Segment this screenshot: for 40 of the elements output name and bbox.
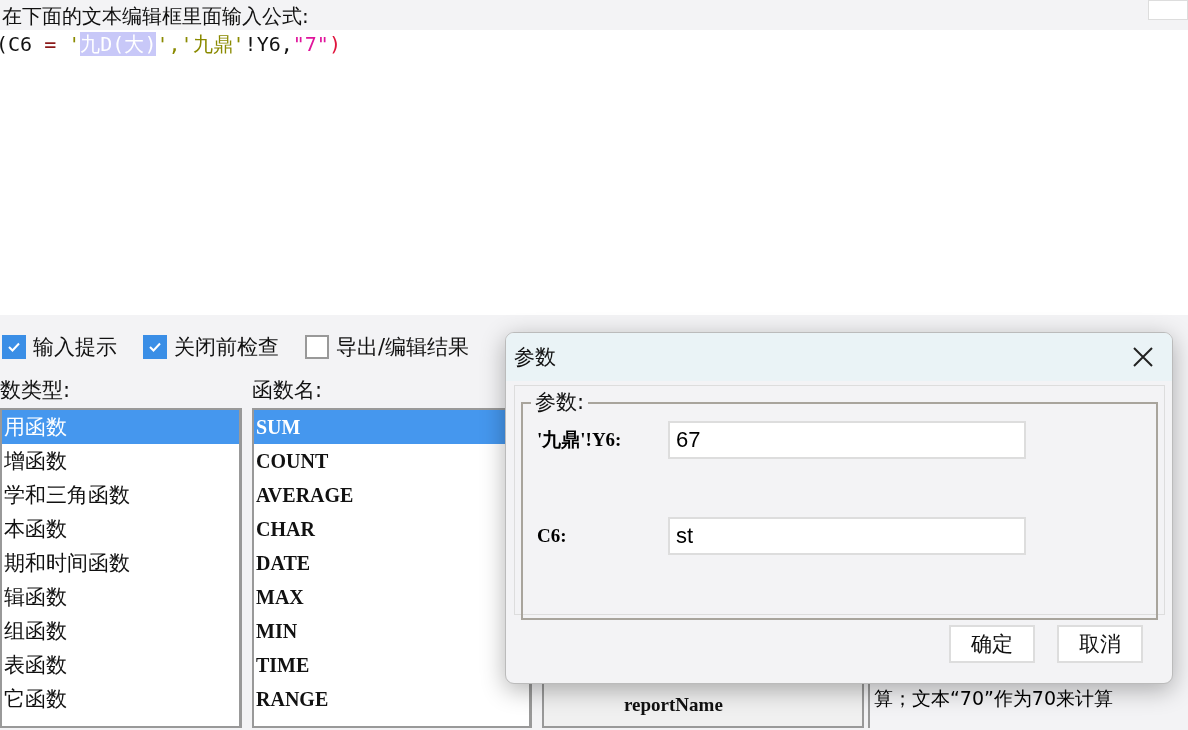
checkbox-label: 导出/编辑结果 (336, 334, 470, 361)
checkbox-label: 输入提示 (33, 334, 117, 361)
function-list[interactable]: SUM COUNT AVERAGE CHAR DATE MAX MIN TIME RANGE (252, 408, 532, 728)
formula-token: ','九鼎' (156, 32, 245, 56)
field-label: '九鼎'!Y6: (537, 428, 623, 452)
list-label: 数类型: (0, 377, 72, 404)
list-item[interactable]: 学和三角函数 (2, 478, 239, 512)
close-icon[interactable] (1132, 346, 1154, 368)
function-list[interactable]: 用函数 增函数 学和三角函数 本函数 期和时间函数 辑函数 组函数 表函数 它函数 (0, 408, 242, 728)
formula-token: ' (68, 32, 81, 56)
list-label: 函数名: (252, 377, 324, 404)
list-item[interactable]: RANGE (254, 682, 529, 716)
input-field[interactable]: 67 (668, 421, 1026, 459)
list-item[interactable]: 辑函数 (2, 580, 239, 614)
list-item[interactable]: 期和时间函数 (2, 546, 239, 580)
field-label: C6: (537, 525, 568, 547)
formula-token: (C6 (0, 32, 34, 56)
formula-token: = (44, 32, 58, 56)
list-item[interactable]: 本函数 (2, 512, 239, 546)
formula-token: "7" (292, 32, 329, 56)
formula-token: !Y6, (244, 32, 293, 56)
check-icon (7, 340, 21, 354)
tree-item[interactable]: reportName (624, 694, 723, 716)
checkbox[interactable] (305, 335, 329, 359)
group-label: 参数: (531, 388, 589, 416)
input-field[interactable]: st (668, 517, 1026, 555)
check-icon (148, 340, 162, 354)
list-item[interactable]: 表函数 (2, 648, 239, 682)
description-text: 算；文本“70”作为70来计算 (874, 686, 1114, 711)
list-item[interactable]: 它函数 (2, 682, 239, 716)
checkbox[interactable] (143, 335, 167, 359)
dialog-title: 参数 (514, 344, 556, 371)
dialog-button[interactable]: 取消 (1057, 625, 1143, 663)
list-item[interactable]: 组函数 (2, 614, 239, 648)
checkbox-label: 关闭前检查 (174, 334, 279, 361)
dialog-button[interactable]: 确定 (949, 625, 1035, 663)
list-item[interactable]: 增函数 (2, 444, 239, 478)
checkbox[interactable] (2, 335, 26, 359)
formula-token: ) (328, 32, 341, 56)
instruction-text: 在下面的文本编辑框里面输入公式: (2, 4, 309, 28)
